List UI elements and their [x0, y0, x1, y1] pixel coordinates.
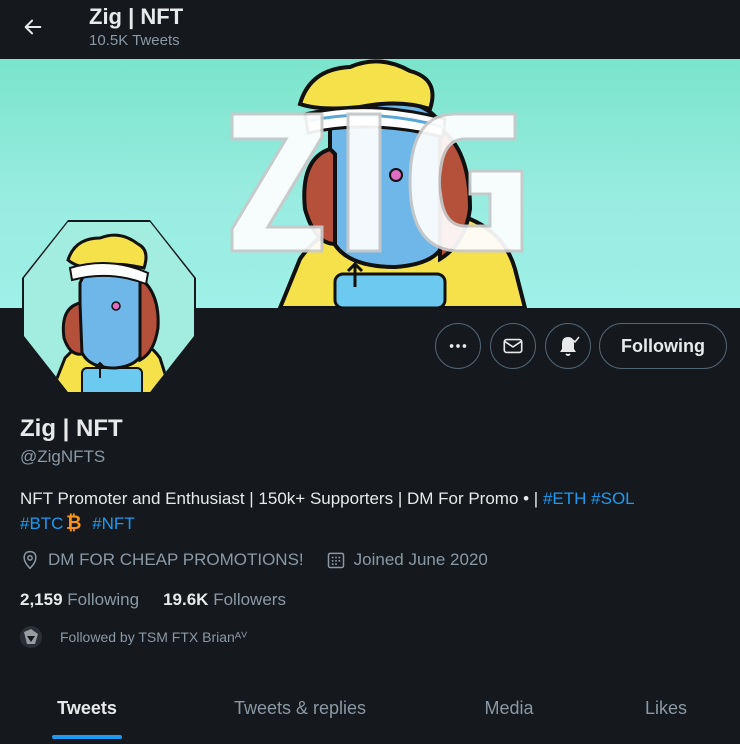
- more-button[interactable]: [435, 323, 481, 369]
- handle: @ZigNFTS: [20, 447, 106, 466]
- back-button[interactable]: [17, 11, 49, 43]
- location-text: DM FOR CHEAP PROMOTIONS!: [48, 550, 304, 569]
- location: DM FOR CHEAP PROMOTIONS!: [20, 550, 304, 570]
- display-name: Zig | NFT: [20, 415, 123, 442]
- profile-meta: DM FOR CHEAP PROMOTIONS! Joined June 202…: [20, 550, 510, 570]
- join-date: Joined June 2020: [326, 550, 488, 570]
- profile-header: Zig | NFT 10.5K Tweets: [0, 0, 740, 59]
- svg-text:₿: ₿: [66, 512, 81, 532]
- join-date-text: Joined June 2020: [353, 550, 488, 569]
- tab-tweets[interactable]: Tweets: [0, 672, 174, 744]
- header-name: Zig | NFT: [89, 4, 184, 29]
- header-tweet-count: 10.5K Tweets: [89, 32, 180, 49]
- tab-likes-label: Likes: [644, 697, 688, 718]
- tab-likes[interactable]: Likes: [592, 672, 740, 744]
- hashtag-btc[interactable]: #BTC: [20, 514, 63, 533]
- hashtag-nft[interactable]: #NFT: [92, 514, 135, 533]
- hashtag-eth[interactable]: #ETH: [543, 489, 586, 508]
- active-tab-indicator: [52, 735, 122, 739]
- tab-tweets-label: Tweets: [57, 697, 117, 718]
- following-stat[interactable]: 2,159 Following: [20, 590, 139, 610]
- tab-tweets-replies-label: Tweets & replies: [233, 697, 367, 718]
- followers-count: 19.6K: [163, 590, 209, 609]
- hashtag-sol[interactable]: #SOL: [591, 489, 634, 508]
- more-icon: [449, 344, 467, 348]
- location-pin-icon: [23, 550, 37, 570]
- profile-tabs: Tweets Tweets & replies Media Likes: [0, 672, 740, 744]
- tab-media-label: Media: [484, 697, 534, 718]
- arrow-left-icon: [24, 19, 42, 35]
- following-label: Following: [67, 590, 140, 609]
- mail-icon: [503, 338, 523, 354]
- follow-stats: 2,159 Following 19.6K Followers: [20, 590, 310, 610]
- followed-by-text: Followed by TSM FTX Brianᴬⱽ: [60, 628, 248, 645]
- bio-text: NFT Promoter and Enthusiast | 150k+ Supp…: [20, 489, 543, 508]
- following-button[interactable]: Following: [599, 323, 727, 369]
- message-button[interactable]: [490, 323, 536, 369]
- follower-avatar: [20, 626, 42, 648]
- followers-stat[interactable]: 19.6K Followers: [163, 590, 286, 610]
- bitcoin-icon: ₿: [66, 512, 81, 532]
- calendar-icon: [327, 552, 344, 569]
- following-count: 2,159: [20, 590, 63, 609]
- followers-label: Followers: [213, 590, 286, 609]
- profile-avatar[interactable]: [20, 218, 198, 396]
- profile-bio: NFT Promoter and Enthusiast | 150k+ Supp…: [20, 486, 720, 536]
- followed-by[interactable]: Followed by TSM FTX Brianᴬⱽ: [20, 626, 247, 648]
- tab-tweets-replies[interactable]: Tweets & replies: [174, 672, 426, 744]
- tab-media[interactable]: Media: [426, 672, 592, 744]
- notifications-button[interactable]: [545, 323, 591, 369]
- bell-icon: [560, 336, 580, 356]
